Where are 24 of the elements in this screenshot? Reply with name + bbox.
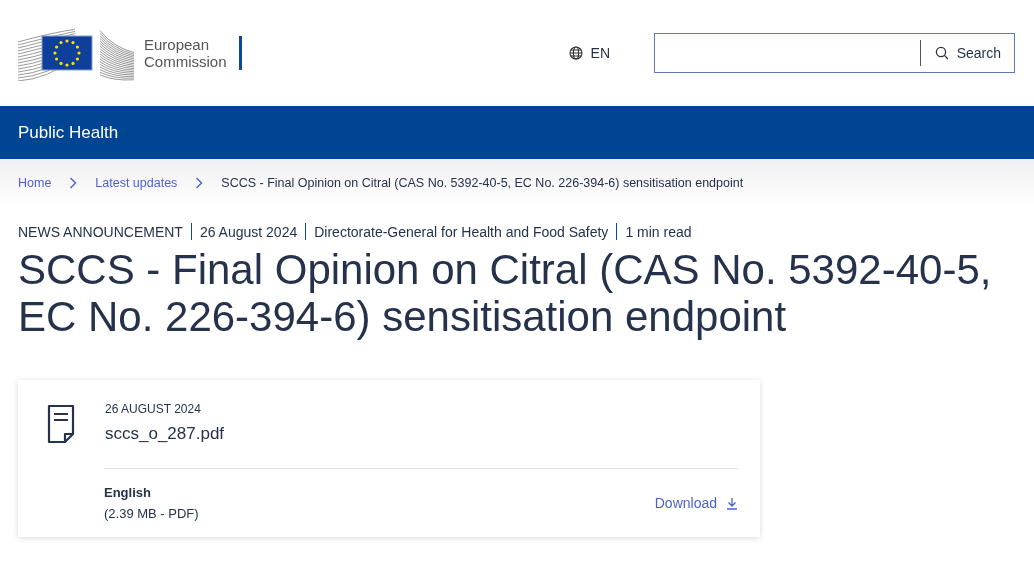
meta-item: Directorate-General for Health and Food Safety	[314, 223, 609, 240]
breadcrumb-link[interactable]: Home	[18, 176, 52, 190]
search-icon	[934, 46, 949, 60]
chevron-icon	[195, 177, 204, 189]
search-field[interactable]: Search	[654, 33, 1015, 73]
meta-item: 1 min read	[625, 223, 692, 240]
search-button[interactable]: Search	[920, 34, 1014, 72]
file-date: 26 AUGUST 2024	[105, 402, 202, 416]
breadcrumb-link[interactable]: Latest updates	[95, 176, 178, 190]
file-language: English	[104, 485, 152, 500]
globe-icon	[568, 46, 583, 60]
download-icon	[726, 496, 738, 510]
site-title[interactable]: Public Health	[18, 122, 119, 143]
page-title: SCCS - Final Opinion on Citral (CAS No. 5392-40-5, EC No. 226-394-6) sensitisation endpoint	[17, 246, 993, 340]
file-size: (2.39 MB - PDF)	[104, 506, 199, 521]
breadcrumb-current: SCCS - Final Opinion on Citral (CAS No. 5392-40-5, EC No. 226-394-6) sensitisation endpoint	[221, 176, 744, 190]
download-link[interactable]: Download	[654, 495, 738, 511]
logo-text: European Commission	[144, 36, 227, 70]
document-icon	[46, 404, 76, 444]
chevron-icon	[69, 177, 78, 189]
file-name: sccs_o_287.pdf	[105, 424, 225, 444]
language-button[interactable]: EN	[568, 45, 610, 61]
meta-item: NEWS ANNOUNCEMENT	[18, 223, 183, 240]
meta-item: 26 August 2024	[199, 223, 298, 240]
